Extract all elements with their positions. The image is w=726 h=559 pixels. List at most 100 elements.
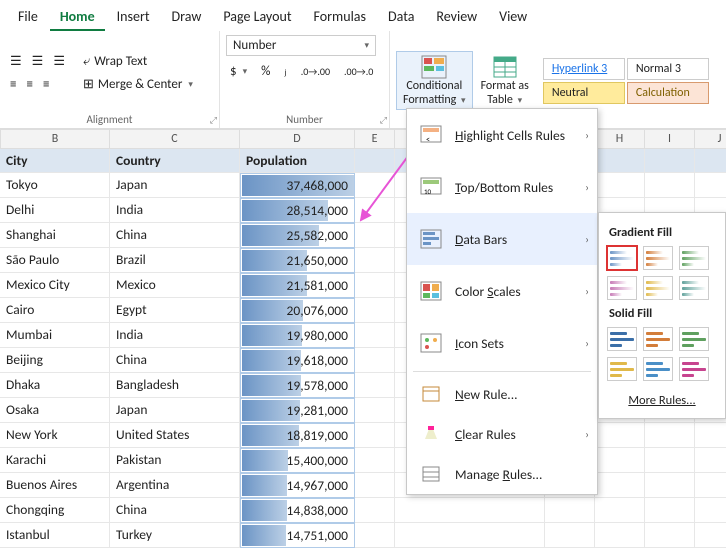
col-head-J[interactable]: J: [695, 129, 726, 149]
increase-decimal-button[interactable]: .0→.00: [297, 62, 334, 81]
cell[interactable]: [355, 198, 395, 223]
align-middle-icon[interactable]: ☰: [28, 52, 48, 71]
col-head-H[interactable]: H: [595, 129, 645, 149]
cell[interactable]: 14,751,000: [240, 523, 355, 548]
cell[interactable]: New York: [0, 423, 110, 448]
solid-databar-swatch[interactable]: [607, 357, 637, 381]
cell[interactable]: [595, 173, 645, 198]
cell[interactable]: United States: [110, 423, 240, 448]
align-center-icon[interactable]: ≡: [22, 75, 36, 94]
cell[interactable]: [355, 248, 395, 273]
cell[interactable]: Egypt: [110, 298, 240, 323]
header-cell[interactable]: Country: [110, 149, 240, 173]
cell[interactable]: Mexico City: [0, 273, 110, 298]
gradient-databar-swatch[interactable]: [679, 246, 709, 270]
cell[interactable]: Karachi: [0, 448, 110, 473]
align-left-icon[interactable]: ≡: [6, 75, 20, 94]
cell[interactable]: 37,468,000: [240, 173, 355, 198]
cell[interactable]: [645, 448, 695, 473]
tab-draw[interactable]: Draw: [162, 4, 212, 31]
cell[interactable]: 28,514,000: [240, 198, 355, 223]
cell[interactable]: 18,819,000: [240, 423, 355, 448]
tab-insert[interactable]: Insert: [107, 4, 160, 31]
tab-review[interactable]: Review: [426, 4, 487, 31]
gradient-databar-swatch[interactable]: [607, 246, 637, 270]
cell[interactable]: 19,578,000: [240, 373, 355, 398]
cell[interactable]: India: [110, 198, 240, 223]
col-head-B[interactable]: B: [0, 129, 110, 149]
cell[interactable]: Tokyo: [0, 173, 110, 198]
solid-databar-swatch[interactable]: [643, 327, 673, 351]
cell[interactable]: [595, 473, 645, 498]
alignment-dialog-launcher[interactable]: ⤢: [210, 115, 217, 126]
cell[interactable]: [645, 523, 695, 548]
cell[interactable]: Turkey: [110, 523, 240, 548]
solid-databar-swatch[interactable]: [607, 327, 637, 351]
cell[interactable]: Bangladesh: [110, 373, 240, 398]
cell[interactable]: [395, 523, 545, 548]
cell[interactable]: Istanbul: [0, 523, 110, 548]
cell[interactable]: Shanghai: [0, 223, 110, 248]
menu-newrule[interactable]: New Rule...: [407, 374, 597, 414]
cell[interactable]: China: [110, 348, 240, 373]
menu-manage[interactable]: Manage Rules...: [407, 454, 597, 494]
col-head-I[interactable]: I: [645, 129, 695, 149]
format-as-table-button[interactable]: Format as Table ▾: [475, 52, 535, 108]
cell[interactable]: [355, 298, 395, 323]
menu-iconsets[interactable]: Icon Sets›: [407, 317, 597, 369]
col-head-D[interactable]: D: [240, 129, 355, 149]
header-cell[interactable]: [355, 149, 395, 173]
cell[interactable]: Chongqing: [0, 498, 110, 523]
style-neutral[interactable]: Neutral: [543, 82, 625, 104]
cell[interactable]: 21,581,000: [240, 273, 355, 298]
header-cell[interactable]: [695, 149, 726, 173]
menu-highlight[interactable]: <Highlight Cells Rules›: [407, 109, 597, 161]
menu-databars[interactable]: Data Bars›: [407, 213, 597, 265]
cell[interactable]: [645, 498, 695, 523]
align-bottom-icon[interactable]: ☰: [49, 52, 69, 71]
cell[interactable]: [355, 273, 395, 298]
comma-button[interactable]: ⱼ: [280, 62, 290, 81]
tab-formulas[interactable]: Formulas: [304, 4, 376, 31]
cell[interactable]: India: [110, 323, 240, 348]
cell[interactable]: [595, 523, 645, 548]
cell[interactable]: [355, 373, 395, 398]
cell[interactable]: [645, 423, 695, 448]
cell[interactable]: [355, 323, 395, 348]
tab-data[interactable]: Data: [378, 4, 424, 31]
cell[interactable]: 19,980,000: [240, 323, 355, 348]
tab-home[interactable]: Home: [50, 4, 105, 31]
currency-button[interactable]: $ ▾: [226, 62, 251, 81]
cell[interactable]: [595, 423, 645, 448]
align-right-icon[interactable]: ≡: [39, 75, 53, 94]
cell[interactable]: Beijing: [0, 348, 110, 373]
cell[interactable]: Buenos Aires: [0, 473, 110, 498]
cell[interactable]: 25,582,000: [240, 223, 355, 248]
conditional-formatting-button[interactable]: Conditional Formatting ▾: [396, 51, 473, 109]
wrap-text-button[interactable]: ⤶ Wrap Text: [79, 52, 197, 71]
cell[interactable]: [355, 173, 395, 198]
gradient-databar-swatch[interactable]: [643, 246, 673, 270]
cell[interactable]: [695, 523, 726, 548]
cell[interactable]: [645, 473, 695, 498]
cell[interactable]: [355, 448, 395, 473]
cell[interactable]: Cairo: [0, 298, 110, 323]
header-cell[interactable]: City: [0, 149, 110, 173]
gradient-databar-swatch[interactable]: [643, 276, 673, 300]
cell[interactable]: São Paulo: [0, 248, 110, 273]
cell[interactable]: [695, 423, 726, 448]
merge-center-button[interactable]: ⊞ Merge & Center ▾: [79, 75, 197, 94]
cell[interactable]: Japan: [110, 173, 240, 198]
align-top-icon[interactable]: ☰: [6, 52, 26, 71]
cell[interactable]: [355, 398, 395, 423]
cell[interactable]: 14,967,000: [240, 473, 355, 498]
solid-databar-swatch[interactable]: [679, 357, 709, 381]
cell[interactable]: Mexico: [110, 273, 240, 298]
cell[interactable]: 15,400,000: [240, 448, 355, 473]
cell[interactable]: China: [110, 498, 240, 523]
cell[interactable]: [355, 473, 395, 498]
cell[interactable]: Pakistan: [110, 448, 240, 473]
header-cell[interactable]: [595, 149, 645, 173]
gradient-databar-swatch[interactable]: [607, 276, 637, 300]
cell[interactable]: [545, 498, 595, 523]
